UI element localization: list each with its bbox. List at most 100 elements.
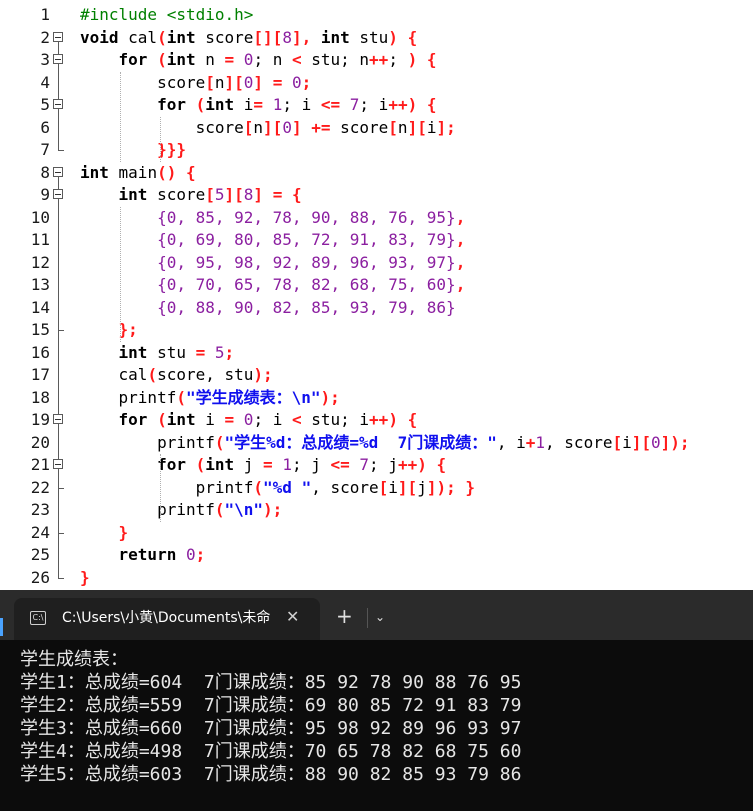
terminal-line: 学生成绩表： [20,649,128,670]
code-line[interactable]: 11 {0, 69, 80, 85, 72, 91, 83, 79}, [0,229,753,252]
code-line[interactable]: 6 score[n][0] += score[n][i]; [0,116,753,140]
fold-toggle-icon[interactable] [53,27,65,50]
code-line[interactable]: 18 printf("学生成绩表：\n"); [0,386,753,410]
code-token-op: ][ [224,72,244,92]
fold-toggle-icon[interactable] [53,94,65,117]
code-token-op: , [455,252,466,272]
code-token-id: cal [80,365,148,384]
line-number: 4 [40,72,50,92]
fold-toggle-icon[interactable] [53,454,65,477]
code-text: {0, 95, 98, 92, 89, 96, 93, 97}, [80,252,465,275]
code-line[interactable]: 20 printf("学生%d：总成绩=%d 7门课成绩：", i+1, sco… [0,431,753,455]
code-token-id: ; j [291,455,331,474]
code-text: {0, 88, 90, 82, 85, 93, 79, 86} [80,297,456,320]
code-line[interactable]: 26} [0,566,753,590]
code-line[interactable]: 3 for (int n = 0; n < stu; n++; ) { [0,49,753,72]
code-editor[interactable]: 1 #include <stdio.h> 2 void cal(int score[]… [0,0,753,590]
code-token-op: ) { [407,95,437,114]
code-line[interactable]: 14 {0, 88, 90, 82, 85, 93, 79, 86} [0,296,753,320]
line-number: 15 [30,320,50,339]
code-token-id: printf [80,500,215,519]
terminal-output[interactable]: 学生成绩表： 学生1：总成绩=604 7门课成绩：85 92 78 90 88 … [0,640,753,811]
chevron-down-icon[interactable]: ⌄ [375,609,385,625]
fold-guide-line [53,364,65,387]
code-line[interactable]: 13 {0, 70, 65, 78, 82, 68, 75, 60}, [0,274,753,297]
code-line[interactable]: 5 for (int i= 1; i <= 7; i++) { [0,94,753,117]
code-line[interactable]: 15 }; [0,319,753,342]
code-token-num: 5 [214,342,225,362]
code-token-num: 5 [214,185,225,204]
code-token-op: ++ [388,95,408,114]
code-line[interactable]: 9 int score[5][8] = { [0,184,753,207]
code-token-kw: int [80,162,109,182]
code-token-op: ; [195,545,206,564]
code-line[interactable]: 10 {0, 85, 92, 78, 90, 88, 76, 95}, [0,206,753,230]
code-text: }; [80,319,138,342]
code-token-num: 7 [359,455,370,474]
code-token-op: < [291,50,302,69]
code-token-id: , score [311,477,379,497]
code-token-id: score, stu [157,365,254,384]
code-token-id: ; n [253,50,292,69]
code-token-id [80,455,157,474]
code-text: void cal(int score[][8], int stu) { [80,27,417,50]
code-token-id: , score [545,432,613,452]
new-tab-button[interactable]: + [336,606,353,626]
code-token-id [80,320,119,339]
line-number: 13 [30,275,50,294]
fold-gutter [53,4,65,27]
code-line[interactable]: 2 void cal(int score[][8], int stu) { [0,27,753,50]
code-text: printf("%d ", score[i][j]); } [80,477,475,500]
code-token-kw: return [118,545,177,564]
code-token-id: score [195,27,254,47]
code-token-op: ( [147,410,167,429]
code-token-id [80,275,157,294]
code-line[interactable]: 17 cal(score, stu); [0,364,753,387]
fold-end-marker [53,139,65,162]
code-line[interactable]: 25 return 0; [0,544,753,567]
editor-scroll-marker [0,618,3,636]
fold-toggle-icon[interactable] [53,49,65,72]
code-token-id: , i [496,432,526,452]
code-token-id: score [330,117,389,137]
code-token-op: ]); [660,432,690,452]
fold-toggle-icon[interactable] [53,184,65,207]
code-token-op: ++ [369,50,389,69]
code-line[interactable]: 24 } [0,521,753,545]
code-token-op: () { [157,162,196,182]
code-token-num: 0 [243,72,254,92]
line-number: 3 [40,50,50,69]
code-token-op: <= [320,95,341,114]
fold-guide-line [53,71,65,95]
code-token-str: "%d " [263,477,312,497]
code-line[interactable]: 16 int stu = 5; [0,341,753,365]
fold-guide-line [53,386,65,410]
code-line[interactable]: 22 printf("%d ", score[i][j]); } [0,476,753,500]
code-token-id [80,343,119,362]
code-line[interactable]: 19 for (int i = 0; i < stu; i++) { [0,409,753,432]
line-number: 1 [40,5,50,24]
code-token-op: = [263,455,273,474]
code-token-op: , [455,275,466,294]
code-token-id: score [147,185,206,204]
fold-toggle-icon[interactable] [53,409,65,432]
code-line[interactable]: 4 score[n][0] = 0; [0,71,753,95]
fold-toggle-icon[interactable] [53,162,65,185]
code-token-op: ][ [631,432,652,452]
code-line[interactable]: 12 {0, 95, 98, 92, 89, 96, 93, 97}, [0,251,753,275]
code-token-op: ( [185,455,206,474]
code-token-id: n [214,72,225,92]
code-token-op: ], [291,27,312,47]
code-token-op: = [253,95,264,114]
code-line[interactable]: 1 #include <stdio.h> [0,4,753,27]
code-line[interactable]: 8 int main() { [0,162,753,185]
code-token-op: } [118,522,129,542]
close-tab-icon[interactable]: ✕ [286,607,299,627]
terminal-tab[interactable]: C:\ C:\Users\小黄\Documents\未命 ✕ [14,598,320,640]
code-token-op: ( [147,365,158,384]
code-line[interactable]: 7 }}} [0,139,753,162]
code-line[interactable]: 21 for (int j = 1; j <= 7; j++) { [0,454,753,477]
line-number: 22 [30,477,50,497]
code-line[interactable]: 23 printf("\n"); [0,499,753,522]
terminal-line: 学生1：总成绩=604 7门课成绩：85 92 78 90 88 76 95 [20,672,522,693]
